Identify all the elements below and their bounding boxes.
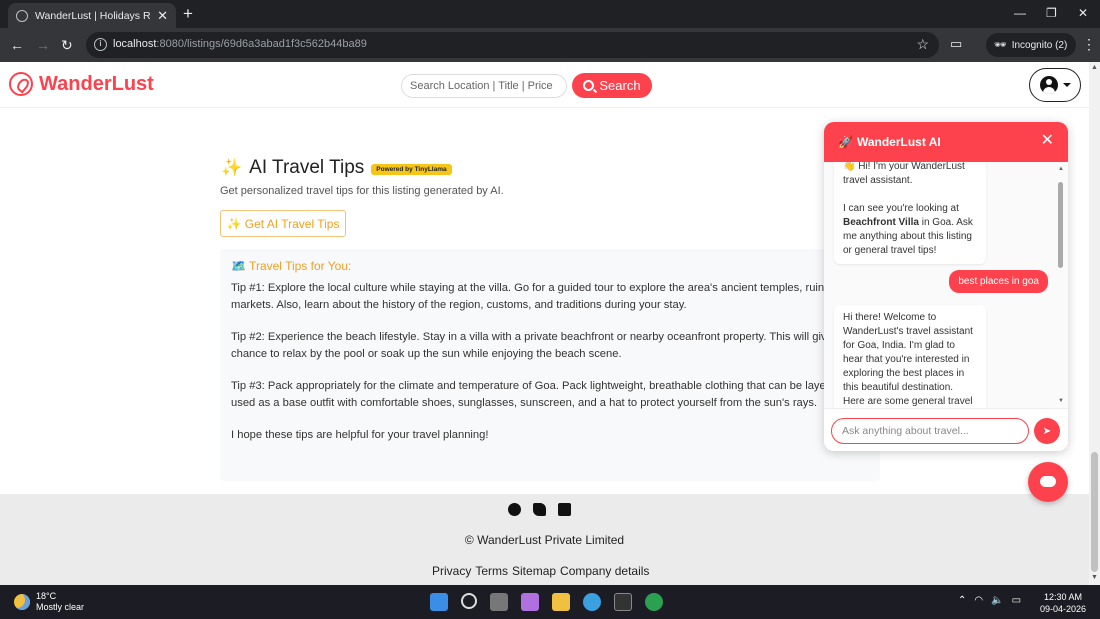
brand-link[interactable]: WanderLust (9, 72, 154, 96)
bot-message: Hi there! Welcome to WanderLust's travel… (834, 305, 986, 408)
compass-logo-icon (9, 72, 33, 96)
scroll-up-icon[interactable]: ▲ (1091, 64, 1098, 71)
chat-scrollbar[interactable]: ▲ ▼ (1058, 166, 1064, 404)
powered-by-badge: Powered by TinyLlama (371, 164, 452, 175)
search-taskbar-icon[interactable] (461, 593, 477, 609)
user-avatar-icon (1039, 76, 1058, 94)
footer-link-terms[interactable]: Terms (475, 564, 508, 578)
footer-link-company[interactable]: Company details (560, 564, 649, 578)
url-text: localhost:8080/listings/69d6a3abad1f3c56… (113, 38, 367, 50)
site-info-icon[interactable]: i (94, 38, 107, 51)
user-menu-button[interactable] (1029, 68, 1081, 102)
copilot-icon[interactable] (521, 593, 539, 611)
search-icon (583, 80, 595, 91)
site-navbar: WanderLust Search (0, 62, 1089, 108)
twitter-icon[interactable] (533, 503, 546, 516)
chat-scroll-up-icon[interactable]: ▲ (1058, 166, 1064, 172)
chat-messages: 👋 Hi! I'm your WanderLust travel assista… (824, 162, 1068, 408)
tips-heading: 🗺️ Travel Tips for You: (231, 259, 352, 273)
tips-result-box: 🗺️ Travel Tips for You: Tip #1: Explore … (220, 249, 880, 481)
cast-icon[interactable]: ▭ (950, 36, 962, 52)
sparkles-icon: ✨ (221, 158, 243, 177)
scroll-down-icon[interactable]: ▼ (1091, 574, 1098, 581)
scrollbar-thumb[interactable] (1091, 452, 1098, 572)
get-ai-tips-button[interactable]: ✨ Get AI Travel Tips (220, 210, 346, 237)
restore-icon[interactable]: ❐ (1046, 6, 1057, 20)
social-links (508, 503, 571, 516)
close-window-icon[interactable]: ✕ (1078, 6, 1088, 20)
footer-link-sitemap[interactable]: Sitemap (512, 564, 556, 578)
ai-tips-section: ✨ AI Travel Tips Powered by TinyLlama Ge… (208, 152, 880, 494)
tip-item: Tip #2: Experience the beach lifestyle. … (231, 331, 873, 360)
linkedin-icon[interactable] (558, 503, 571, 516)
volume-icon[interactable]: 🔈 (991, 595, 1003, 606)
weather-temp: 18°C (36, 591, 57, 601)
caret-down-icon (1062, 83, 1071, 87)
chrome-icon[interactable] (645, 593, 663, 611)
search-button[interactable]: Search (572, 73, 652, 98)
chat-input[interactable] (831, 418, 1029, 444)
system-tray: ⌃ ◠ 🔈 ▭ (958, 595, 1021, 606)
tab-title: WanderLust | Holidays Rentals (35, 9, 151, 22)
copyright-text: © WanderLust Private Limited (464, 533, 625, 547)
file-explorer-icon[interactable] (552, 593, 570, 611)
task-view-icon[interactable] (490, 593, 508, 611)
terminal-icon[interactable] (614, 593, 632, 611)
chat-input-area: ➤ (824, 408, 1068, 451)
bot-message: 👋 Hi! I'm your WanderLust travel assista… (834, 162, 986, 264)
close-chat-icon[interactable]: ✕ (1041, 132, 1054, 150)
brand-name: WanderLust (39, 72, 154, 95)
send-button[interactable]: ➤ (1034, 418, 1060, 444)
battery-icon[interactable]: ▭ (1012, 595, 1021, 606)
incognito-icon: 🕶 (994, 39, 1007, 51)
taskbar-clock[interactable]: 12:30 AM 09-04-2026 (1040, 591, 1086, 615)
tip-item: Tip #3: Pack appropriately for the clima… (231, 380, 855, 409)
weather-widget[interactable]: 18°C Mostly clear (14, 591, 84, 613)
browser-tab[interactable]: WanderLust | Holidays Rentals ✕ (8, 3, 176, 28)
close-tab-icon[interactable]: ✕ (157, 9, 168, 22)
back-icon[interactable]: ← (10, 37, 24, 53)
windows-start-icon[interactable] (430, 593, 448, 611)
globe-icon (16, 9, 28, 22)
tip-item: Tip #1: Explore the local culture while … (231, 282, 855, 311)
minimize-icon[interactable]: — (1014, 6, 1026, 20)
rocket-icon: 🚀 (838, 135, 853, 149)
browser-toolbar: ← → ↻ i localhost:8080/listings/69d6a3ab… (0, 28, 1100, 62)
footer-links: Privacy Terms Sitemap Company details (432, 564, 649, 578)
chat-header: 🚀 WanderLust AI ✕ (824, 122, 1068, 162)
edge-icon[interactable] (583, 593, 601, 611)
taskbar-apps (430, 593, 663, 611)
chat-bubble-icon (1040, 476, 1056, 487)
tray-chevron-icon[interactable]: ⌃ (958, 595, 966, 606)
forward-icon[interactable]: → (36, 37, 50, 53)
ai-tips-subtitle: Get personalized travel tips for this li… (220, 185, 504, 197)
weather-moon-icon (14, 594, 30, 610)
footer-link-privacy[interactable]: Privacy (432, 564, 471, 578)
tip-closing: I hope these tips are helpful for your t… (231, 429, 489, 441)
chat-widget: 🚀 WanderLust AI ✕ 👋 Hi! I'm your WanderL… (824, 122, 1068, 451)
site-footer: © WanderLust Private Limited Privacy Ter… (0, 494, 1089, 585)
reload-icon[interactable]: ↻ (61, 37, 73, 53)
weather-condition: Mostly clear (36, 602, 85, 612)
ai-tips-title: AI Travel Tips (249, 157, 365, 178)
send-icon: ➤ (1042, 425, 1052, 437)
browser-menu-icon[interactable]: ⋮ (1082, 36, 1096, 53)
incognito-indicator[interactable]: 🕶 Incognito (2) (986, 33, 1076, 57)
chat-toggle-button[interactable] (1028, 462, 1068, 502)
chat-scrollbar-thumb[interactable] (1058, 182, 1063, 268)
page-scrollbar[interactable]: ▲ ▼ (1089, 62, 1100, 585)
search-input[interactable] (401, 74, 567, 98)
windows-taskbar: 18°C Mostly clear ⌃ ◠ 🔈 ▭ 12:30 AM 09-04… (0, 585, 1100, 619)
user-message: best places in goa (949, 270, 1048, 293)
bookmark-star-icon[interactable]: ☆ (916, 36, 929, 53)
new-tab-icon[interactable]: + (183, 5, 193, 22)
wifi-icon[interactable]: ◠ (974, 595, 983, 606)
chat-scroll-down-icon[interactable]: ▼ (1058, 398, 1064, 404)
ai-tips-header: ✨ AI Travel Tips Powered by TinyLlama (221, 157, 452, 179)
chat-title: WanderLust AI (856, 135, 941, 149)
github-icon[interactable] (508, 503, 521, 516)
browser-tabbar: WanderLust | Holidays Rentals ✕ + — ❐ ✕ (0, 0, 1100, 28)
address-bar[interactable]: i localhost:8080/listings/69d6a3abad1f3c… (86, 32, 939, 58)
